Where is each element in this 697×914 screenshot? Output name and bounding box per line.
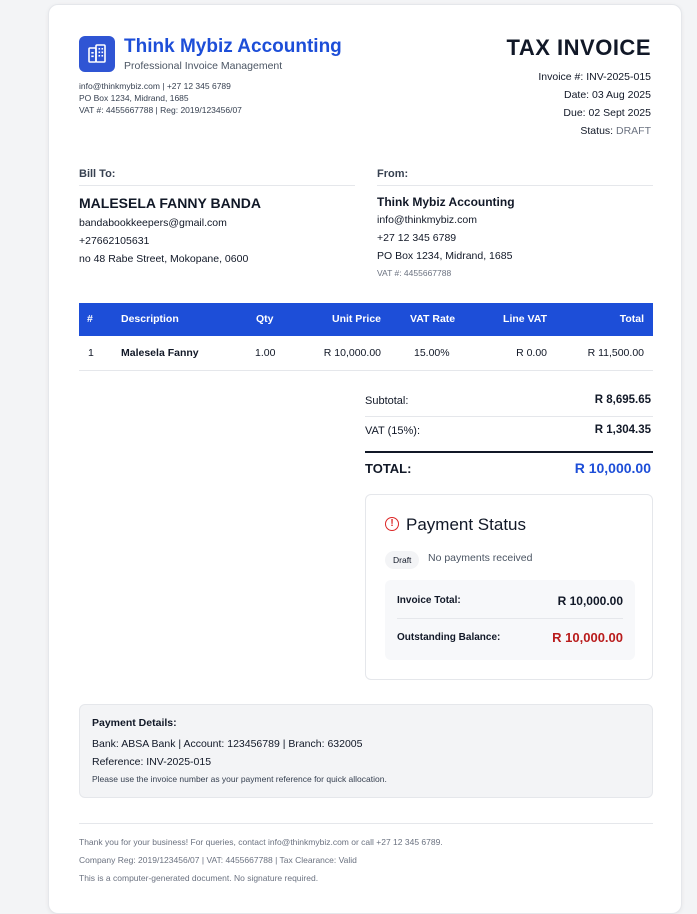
from-address: PO Box 1234, Midrand, 1685 (377, 250, 513, 262)
company-contact: info@thinkmybiz.com | +27 12 345 6789 (79, 81, 231, 91)
bill-to-label: Bill To: (79, 168, 116, 180)
client-email: bandabookkeepers@gmail.com (79, 217, 227, 229)
footer-thanks: Thank you for your business! For queries… (79, 837, 443, 847)
client-phone: +27662105631 (79, 235, 150, 247)
building-icon (79, 36, 115, 72)
payment-reference: Reference: INV-2025-015 (92, 756, 212, 768)
outstanding-balance-label: Outstanding Balance: (397, 632, 501, 643)
bill-to-divider (79, 185, 355, 186)
status-value: DRAFT (616, 125, 651, 137)
invoice-total-value: R 10,000.00 (557, 594, 623, 608)
payment-status-card: ! Payment Status Draft No payments recei… (365, 494, 653, 680)
status-label: Status: (580, 125, 614, 137)
col-total: Total (619, 313, 644, 325)
status-badge: Draft (385, 551, 420, 569)
payment-note: No payments received (428, 552, 533, 564)
row-description: Malesela Fanny (121, 347, 199, 359)
payment-summary: Invoice Total: R 10,000.00 Outstanding B… (385, 580, 635, 660)
col-vat-rate: VAT Rate (410, 313, 456, 325)
subtotal-label: Subtotal: (365, 395, 409, 407)
invoice-number: Invoice #: INV-2025-015 (538, 71, 651, 83)
invoice-card: Think Mybiz Accounting Professional Invo… (48, 4, 682, 914)
vat-label: VAT (15%): (365, 425, 421, 437)
from-email: info@thinkmybiz.com (377, 214, 477, 226)
subtotal-value: R 8,695.65 (594, 394, 651, 406)
from-divider (377, 185, 653, 186)
footer-divider (79, 823, 653, 824)
outstanding-balance-value: R 10,000.00 (552, 630, 623, 645)
footer-disclaimer: This is a computer-generated document. N… (79, 873, 319, 883)
company-registration: VAT #: 4455667788 | Reg: 2019/123456/07 (79, 105, 242, 115)
from-vat: VAT #: 4455667788 (377, 268, 452, 278)
company-name: Think Mybiz Accounting (124, 36, 342, 57)
col-description: Description (121, 313, 179, 325)
row-line-vat: R 0.00 (516, 347, 547, 359)
client-address: no 48 Rabe Street, Mokopane, 0600 (79, 253, 249, 265)
vat-value: R 1,304.35 (594, 424, 651, 436)
line-items-header: # Description Qty Unit Price VAT Rate Li… (79, 303, 653, 336)
invoice-status: Status: DRAFT (580, 125, 651, 137)
total-value: R 10,000.00 (574, 460, 651, 476)
col-qty: Qty (256, 313, 274, 325)
row-qty: 1.00 (255, 347, 276, 359)
invoice-due-date: Due: 02 Sept 2025 (563, 107, 651, 119)
row-unit-price: R 10,000.00 (323, 347, 381, 359)
row-number: 1 (88, 347, 94, 359)
col-line-vat: Line VAT (503, 313, 547, 325)
total-label: TOTAL: (365, 461, 412, 476)
payment-details-title: Payment Details: (92, 717, 177, 729)
from-name: Think Mybiz Accounting (377, 195, 515, 209)
payment-details-box: Payment Details: Bank: ABSA Bank | Accou… (79, 704, 653, 798)
col-number: # (87, 313, 93, 325)
row-total: R 11,500.00 (587, 347, 644, 359)
row-vat-rate: 15.00% (414, 347, 450, 359)
table-row: 1 Malesela Fanny 1.00 R 10,000.00 15.00%… (79, 336, 653, 371)
from-phone: +27 12 345 6789 (377, 232, 457, 244)
payment-instruction: Please use the invoice number as your pa… (92, 774, 387, 784)
col-unit-price: Unit Price (331, 313, 381, 325)
footer-registration: Company Reg: 2019/123456/07 | VAT: 44556… (79, 855, 357, 865)
client-name: MALESELA FANNY BANDA (79, 195, 262, 211)
subtotal-divider (365, 416, 653, 417)
summary-divider (397, 618, 623, 619)
company-tagline: Professional Invoice Management (124, 60, 283, 72)
total-divider (365, 451, 653, 453)
payment-status-title: Payment Status (406, 515, 527, 534)
from-label: From: (377, 168, 409, 180)
invoice-total-label: Invoice Total: (397, 595, 461, 606)
alert-circle-icon: ! (385, 517, 399, 531)
invoice-title: TAX INVOICE (506, 35, 651, 60)
company-address: PO Box 1234, Midrand, 1685 (79, 93, 189, 103)
bank-details: Bank: ABSA Bank | Account: 123456789 | B… (92, 738, 363, 750)
invoice-date: Date: 03 Aug 2025 (564, 89, 651, 101)
